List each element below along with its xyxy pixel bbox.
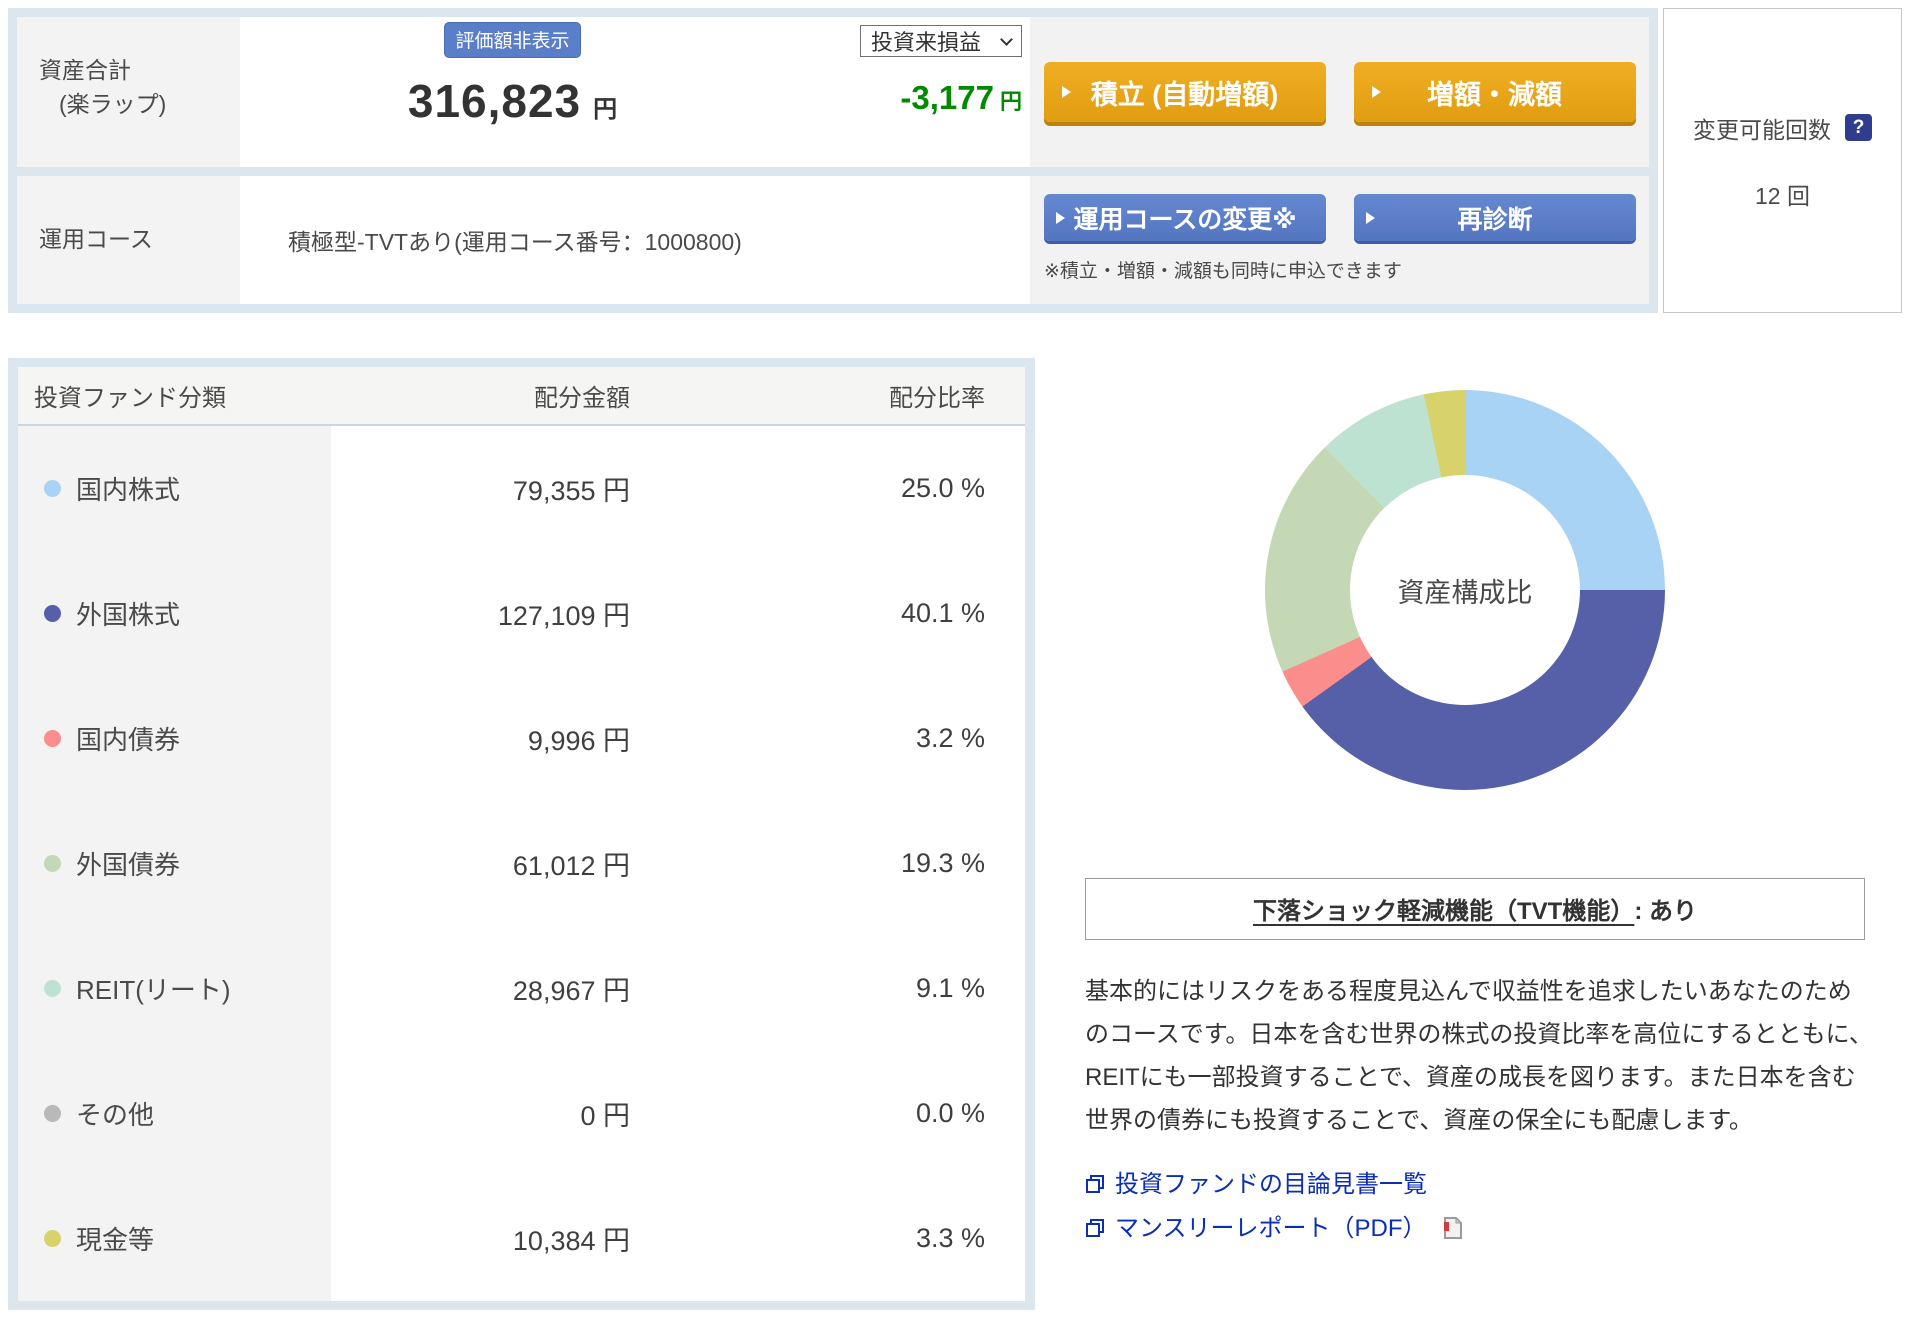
course-change-button-label: 運用コースの変更※ [1073,205,1297,234]
fund-category-cell: REIT(リート) [18,926,331,1051]
window-icon [1086,1174,1104,1193]
portfolio-detail-column: 資産構成比 下落ショック軽減機能（TVT機能）: あり 基本的にはリスクをある程… [1035,358,1902,1310]
tsumitate-button[interactable]: 積立 (自動増額) [1043,62,1326,122]
category-color-dot [44,1230,61,1247]
allocation-amount-value: 61,012 円 [512,851,630,881]
pdf-icon [1443,1216,1462,1239]
category-color-dot [44,480,61,497]
tvt-feature-status: : あり [1634,898,1697,925]
zogaku-gengaku-button[interactable]: 増額・減額 [1353,62,1636,122]
fund-category-cell: 外国債券 [18,801,331,926]
allocation-amount-value: 127,109 円 [497,601,630,631]
change-count-value: 12 回 [1755,182,1810,209]
fund-table-header: 投資ファンド分類 配分金額 配分比率 [18,367,1025,424]
allocation-amount-value: 10,384 円 [512,1226,630,1256]
table-row: 国内債券 9,996 円 3.2 % [18,676,1025,801]
help-icon[interactable]: ? [1845,114,1872,141]
table-row: 外国株式 127,109 円 40.1 % [18,551,1025,676]
fund-category-cell: 現金等 [18,1176,331,1301]
allocation-amount-value: 9,996 円 [527,726,630,756]
fund-allocation-table: 投資ファンド分類 配分金額 配分比率 国内株式 79,355 円 25.0 % 外国株… [8,358,1035,1310]
change-count-panel: 変更可能回数 ? 12 回 [1663,8,1902,313]
allocation-ratio-value: 3.3 % [915,1223,985,1253]
category-color-dot [44,730,61,747]
fund-category-label: その他 [76,1100,155,1130]
monthly-report-link[interactable]: マンスリーレポート（PDF） [1115,1208,1427,1243]
allocation-amount-value: 79,355 円 [512,476,630,506]
table-row: 外国債券 61,012 円 19.3 % [18,801,1025,926]
asset-summary-table: 資産合計 (楽ラップ) 評価額非表示 316,823 円 投資来損益 -3,17… [8,8,1658,313]
fund-table-body: 国内株式 79,355 円 25.0 % 外国株式 127,109 円 40.1 % 国内債… [18,426,1025,1301]
fund-category-label: 外国債券 [76,850,181,880]
simultaneous-application-note: ※積立・増額・減額も同時に申込できます [1044,261,1402,282]
arrow-right-icon [1056,211,1065,224]
asset-total-label-cell: 資産合計 (楽ラップ) [17,17,240,167]
prospectus-link[interactable]: 投資ファンドの目論見書一覧 [1115,1164,1427,1199]
fund-category-cell: 外国株式 [18,551,331,676]
table-row: その他 0 円 0.0 % [18,1051,1025,1176]
category-color-dot [44,605,61,622]
arrow-right-icon [1371,86,1381,98]
category-color-dot [44,1105,61,1122]
allocation-ratio-value: 40.1 % [900,598,985,628]
course-value: 積極型-TVTあり(運用コース番号：1000800) [288,229,742,255]
allocation-ratio-header: 配分比率 [889,385,985,412]
tvt-feature-title: 下落ショック軽減機能（TVT機能） [1253,898,1635,925]
fund-category-header: 投資ファンド分類 [34,385,226,412]
rediagnosis-button-label: 再診断 [1457,205,1533,234]
allocation-amount-header: 配分金額 [534,385,630,412]
fund-category-cell: 国内株式 [18,426,331,551]
fund-category-label: REIT(リート) [76,975,231,1005]
change-count-label: 変更可能回数 [1693,116,1831,143]
donut-center-label: 資産構成比 [1350,475,1580,705]
table-row: 国内株式 79,355 円 25.0 % [18,426,1025,551]
pl-unit: 円 [999,89,1022,114]
asset-total-sublabel: (楽ラップ) [59,91,167,117]
course-label-cell: 運用コース [17,176,240,304]
tsumitate-button-label: 積立 (自動増額) [1090,79,1279,110]
fund-category-cell: その他 [18,1051,331,1176]
pl-amount: -3,177 円 [900,79,1022,117]
tvt-feature-box: 下落ショック軽減機能（TVT機能）: あり [1085,878,1865,940]
window-icon [1086,1218,1104,1237]
pl-value: -3,177 [900,79,994,116]
fund-category-label: 国内債券 [76,725,181,755]
allocation-amount-value: 28,967 円 [512,976,630,1006]
course-change-button[interactable]: 運用コースの変更※ [1044,194,1326,241]
arrow-right-icon [1366,211,1375,224]
summary-section: 資産合計 (楽ラップ) 評価額非表示 316,823 円 投資来損益 -3,17… [8,8,1902,313]
allocation-ratio-value: 3.2 % [915,723,985,753]
pl-period-selected-value: 投資来損益 [871,30,982,55]
category-color-dot [44,855,61,872]
allocation-ratio-value: 25.0 % [900,473,985,503]
category-color-dot [44,980,61,997]
asset-composition-chart: 資産構成比 [1265,390,1665,790]
rediagnosis-button[interactable]: 再診断 [1354,194,1636,241]
allocation-ratio-value: 19.3 % [900,848,985,878]
total-asset-amount: 316,823 円 [408,74,617,128]
fund-category-label: 現金等 [76,1225,155,1255]
allocation-ratio-value: 0.0 % [915,1098,985,1128]
fund-category-cell: 国内債券 [18,676,331,801]
hide-valuation-badge[interactable]: 評価額非表示 [444,22,581,58]
pl-period-select[interactable]: 投資来損益 [860,25,1022,57]
allocation-amount-value: 0 円 [580,1101,630,1131]
asset-total-label: 資産合計 [39,57,131,83]
total-asset-unit: 円 [593,96,618,123]
course-description: 基本的にはリスクをある程度見込んで収益性を追求したいあなたのためのコースです。日… [1085,978,1873,1134]
fund-category-label: 国内株式 [76,475,181,505]
total-asset-value: 316,823 [407,75,582,127]
table-row: 現金等 10,384 円 3.3 % [18,1176,1025,1301]
table-row: REIT(リート) 28,967 円 9.1 % [18,926,1025,1051]
allocation-section: 投資ファンド分類 配分金額 配分比率 国内株式 79,355 円 25.0 % 外国株… [8,358,1902,1310]
zogaku-button-label: 増額・減額 [1427,79,1562,110]
arrow-right-icon [1061,86,1071,98]
chevron-down-icon [1000,32,1013,46]
course-label: 運用コース [39,226,153,252]
fund-category-label: 外国株式 [76,600,181,630]
allocation-ratio-value: 9.1 % [915,973,985,1003]
